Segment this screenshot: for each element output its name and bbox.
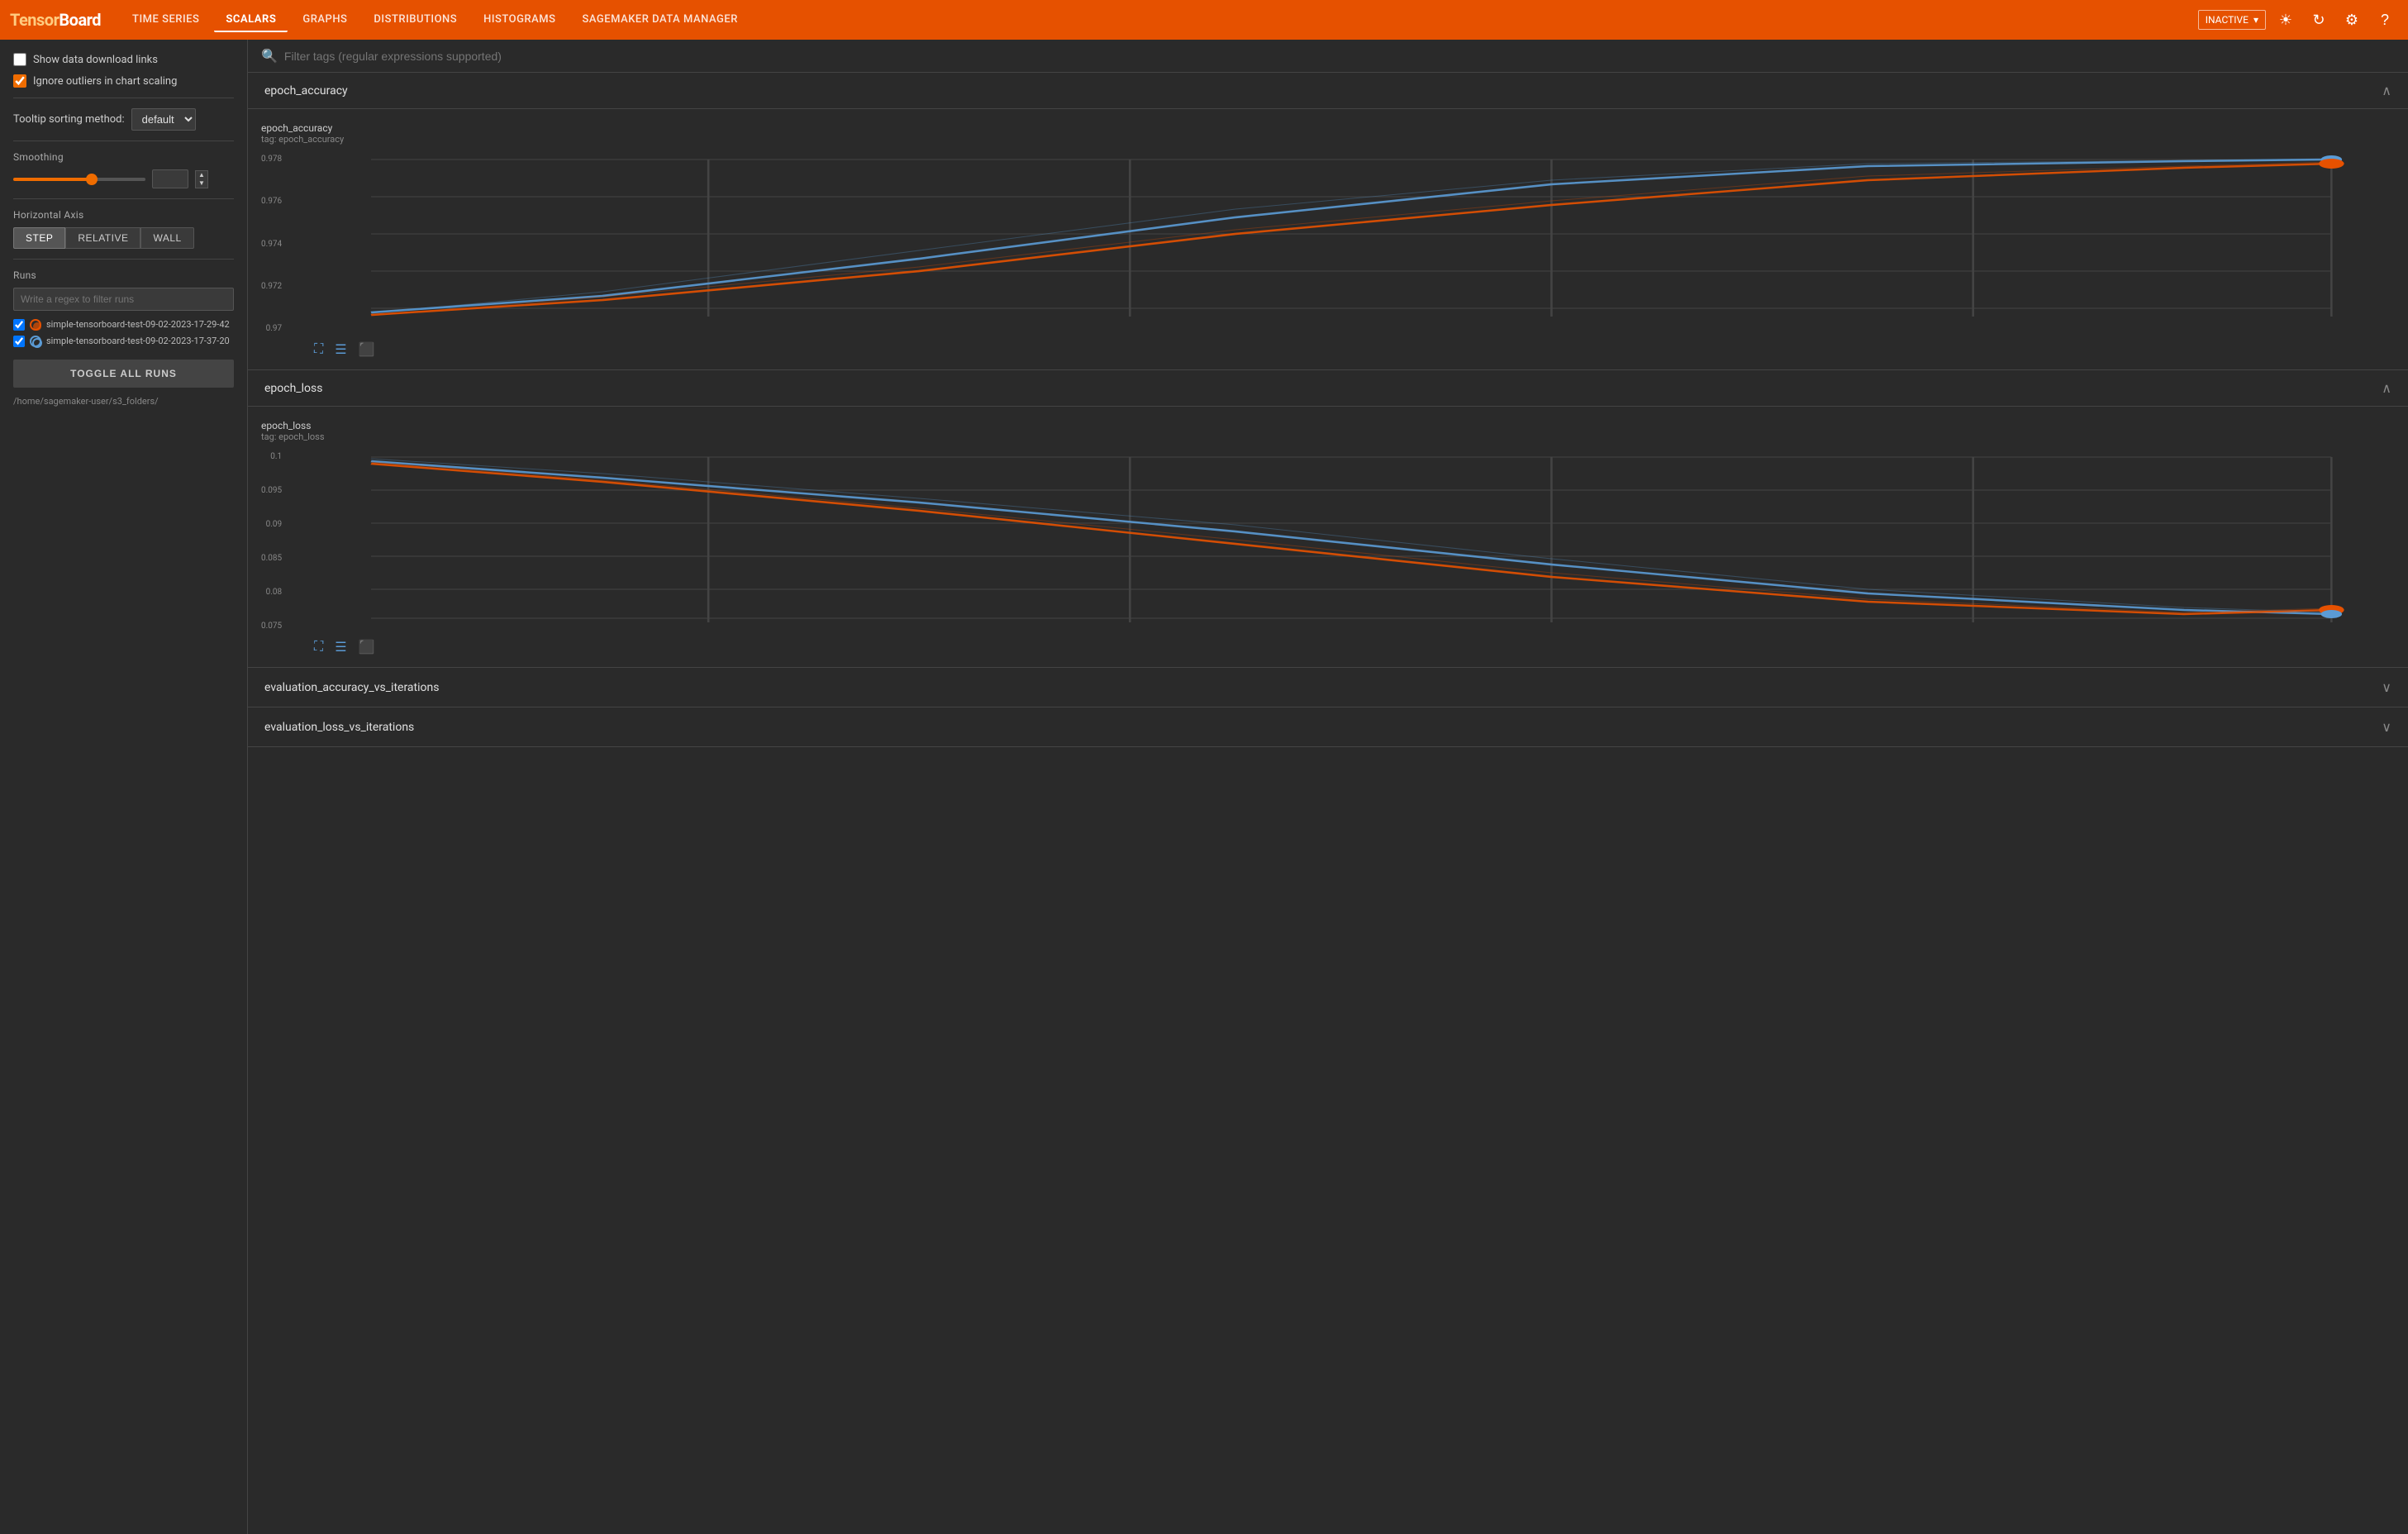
content-area: 🔍 epoch_accuracy ∧ epoch_accuracy tag: e… (248, 40, 2408, 1534)
epoch-accuracy-fullscreen-btn[interactable]: ⛶ (311, 340, 326, 360)
run-1-color-dot (30, 319, 41, 331)
tooltip-select[interactable]: default (131, 108, 196, 131)
epoch-accuracy-actions: ⛶ ☰ ⬛ (261, 333, 2395, 363)
show-download-row[interactable]: Show data download links (13, 53, 234, 66)
run-2-color-dot (30, 336, 41, 347)
app-logo: TensorBoard (10, 10, 101, 30)
epoch-loss-collapse-icon: ∧ (2382, 380, 2391, 396)
epoch-accuracy-download-btn[interactable]: ⬛ (355, 340, 378, 360)
smoothing-slider[interactable] (13, 178, 145, 181)
run-2-checkbox[interactable] (13, 336, 25, 347)
eval-accuracy-title: evaluation_accuracy_vs_iterations (264, 681, 439, 694)
epoch-loss-svg (287, 449, 2395, 631)
epoch-loss-chart-title: epoch_loss (261, 420, 2395, 431)
epoch-accuracy-panel: epoch_accuracy ∧ epoch_accuracy tag: epo… (248, 73, 2408, 370)
horizontal-axis-label: Horizontal Axis (13, 209, 234, 221)
nav-links: TIME SERIES SCALARS GRAPHS DISTRIBUTIONS… (121, 8, 2198, 32)
eval-loss-title: evaluation_loss_vs_iterations (264, 721, 414, 734)
eval-accuracy-header[interactable]: evaluation_accuracy_vs_iterations ∨ (248, 668, 2408, 707)
runs-filter-input[interactable] (13, 288, 234, 311)
runs-label: Runs (13, 269, 234, 281)
tooltip-row: Tooltip sorting method: default (13, 108, 234, 131)
epoch-accuracy-chart-area (287, 151, 2395, 333)
epoch-accuracy-chart-wrap: 0.978 0.976 0.974 0.972 0.97 (261, 151, 2395, 333)
nav-distributions[interactable]: DISTRIBUTIONS (362, 8, 469, 32)
epoch-loss-download-btn[interactable]: ⬛ (355, 637, 378, 657)
epoch-loss-table-btn[interactable]: ☰ (331, 637, 350, 657)
main-layout: Show data download links Ignore outliers… (0, 40, 2408, 1534)
divider-3 (13, 198, 234, 199)
axis-buttons: STEP RELATIVE WALL (13, 227, 234, 249)
smoothing-row: 0.6 ▲ ▼ (13, 169, 234, 188)
eval-loss-header[interactable]: evaluation_loss_vs_iterations ∨ (248, 707, 2408, 746)
smoothing-down-arrow[interactable]: ▼ (196, 179, 207, 188)
eval-accuracy-panel: evaluation_accuracy_vs_iterations ∨ (248, 668, 2408, 707)
status-dropdown[interactable]: INACTIVE ▾ (2198, 10, 2266, 30)
epoch-loss-actions: ⛶ ☰ ⬛ (261, 631, 2395, 660)
epoch-loss-container: epoch_loss tag: epoch_loss 0.1 0.095 0.0… (248, 407, 2408, 667)
epoch-loss-chart-area (287, 449, 2395, 631)
settings-icon[interactable]: ⚙ (2339, 7, 2365, 33)
epoch-accuracy-svg (287, 151, 2395, 333)
toggle-all-runs-button[interactable]: TOGGLE ALL RUNS (13, 360, 234, 388)
divider-4 (13, 259, 234, 260)
help-icon[interactable]: ? (2372, 7, 2398, 33)
smoothing-value-input[interactable]: 0.6 (152, 169, 188, 188)
folder-path: /home/sagemaker-user/s3_folders/ (13, 396, 234, 407)
refresh-icon[interactable]: ↻ (2306, 7, 2332, 33)
epoch-loss-y-axis: 0.1 0.095 0.09 0.085 0.08 0.075 (261, 449, 287, 631)
brightness-icon[interactable]: ☀ (2272, 7, 2299, 33)
axis-step-btn[interactable]: STEP (13, 227, 65, 249)
run-item-2[interactable]: simple-tensorboard-test-09-02-2023-17-37… (13, 336, 234, 347)
epoch-accuracy-chart-title-area: epoch_accuracy tag: epoch_accuracy (261, 122, 2395, 145)
nav-right-controls: INACTIVE ▾ ☀ ↻ ⚙ ? (2198, 7, 2398, 33)
show-download-checkbox[interactable] (13, 53, 26, 66)
epoch-loss-fullscreen-btn[interactable]: ⛶ (311, 637, 326, 657)
horizontal-axis-section: Horizontal Axis STEP RELATIVE WALL (13, 209, 234, 249)
nav-histograms[interactable]: HISTOGRAMS (472, 8, 567, 32)
ignore-outliers-row[interactable]: Ignore outliers in chart scaling (13, 74, 234, 88)
runs-section: Runs simple-tensorboard-test-09-02-2023-… (13, 269, 234, 407)
epoch-accuracy-table-btn[interactable]: ☰ (331, 340, 350, 360)
epoch-accuracy-collapse-icon: ∧ (2382, 83, 2391, 98)
epoch-loss-chart-wrap: 0.1 0.095 0.09 0.085 0.08 0.075 (261, 449, 2395, 631)
eval-accuracy-expand-icon: ∨ (2382, 679, 2391, 695)
search-icon: 🔍 (261, 48, 278, 64)
ignore-outliers-checkbox[interactable] (13, 74, 26, 88)
run-2-label: simple-tensorboard-test-09-02-2023-17-37… (46, 336, 230, 347)
axis-wall-btn[interactable]: WALL (140, 227, 193, 249)
epoch-loss-chart-title-area: epoch_loss tag: epoch_loss (261, 420, 2395, 442)
run-item-1[interactable]: simple-tensorboard-test-09-02-2023-17-29… (13, 319, 234, 331)
dropdown-arrow-icon: ▾ (2253, 14, 2258, 26)
epoch-loss-chart-tag: tag: epoch_loss (261, 431, 2395, 442)
smoothing-up-arrow[interactable]: ▲ (196, 171, 207, 179)
nav-scalars[interactable]: SCALARS (214, 8, 288, 32)
epoch-loss-header[interactable]: epoch_loss ∧ (248, 370, 2408, 407)
epoch-accuracy-container: epoch_accuracy tag: epoch_accuracy 0.978… (248, 109, 2408, 369)
search-bar: 🔍 (248, 40, 2408, 73)
epoch-accuracy-chart-tag: tag: epoch_accuracy (261, 134, 2395, 145)
epoch-accuracy-chart-title: epoch_accuracy (261, 122, 2395, 134)
nav-sagemaker[interactable]: SAGEMAKER DATA MANAGER (571, 8, 750, 32)
epoch-accuracy-header[interactable]: epoch_accuracy ∧ (248, 73, 2408, 109)
epoch-accuracy-title: epoch_accuracy (264, 84, 348, 98)
eval-loss-expand-icon: ∨ (2382, 719, 2391, 735)
epoch-accuracy-y-axis: 0.978 0.976 0.974 0.972 0.97 (261, 151, 287, 333)
eval-loss-panel: evaluation_loss_vs_iterations ∨ (248, 707, 2408, 747)
smoothing-label: Smoothing (13, 151, 234, 163)
epoch-loss-panel: epoch_loss ∧ epoch_loss tag: epoch_loss … (248, 370, 2408, 668)
filter-tags-input[interactable] (284, 50, 2395, 63)
epoch-loss-title: epoch_loss (264, 382, 322, 395)
run-1-label: simple-tensorboard-test-09-02-2023-17-29… (46, 319, 230, 331)
smoothing-arrows[interactable]: ▲ ▼ (195, 170, 208, 188)
nav-time-series[interactable]: TIME SERIES (121, 8, 211, 32)
nav-graphs[interactable]: GRAPHS (291, 8, 359, 32)
axis-relative-btn[interactable]: RELATIVE (65, 227, 140, 249)
sidebar: Show data download links Ignore outliers… (0, 40, 248, 1534)
run-1-checkbox[interactable] (13, 319, 25, 331)
top-navigation: TensorBoard TIME SERIES SCALARS GRAPHS D… (0, 0, 2408, 40)
